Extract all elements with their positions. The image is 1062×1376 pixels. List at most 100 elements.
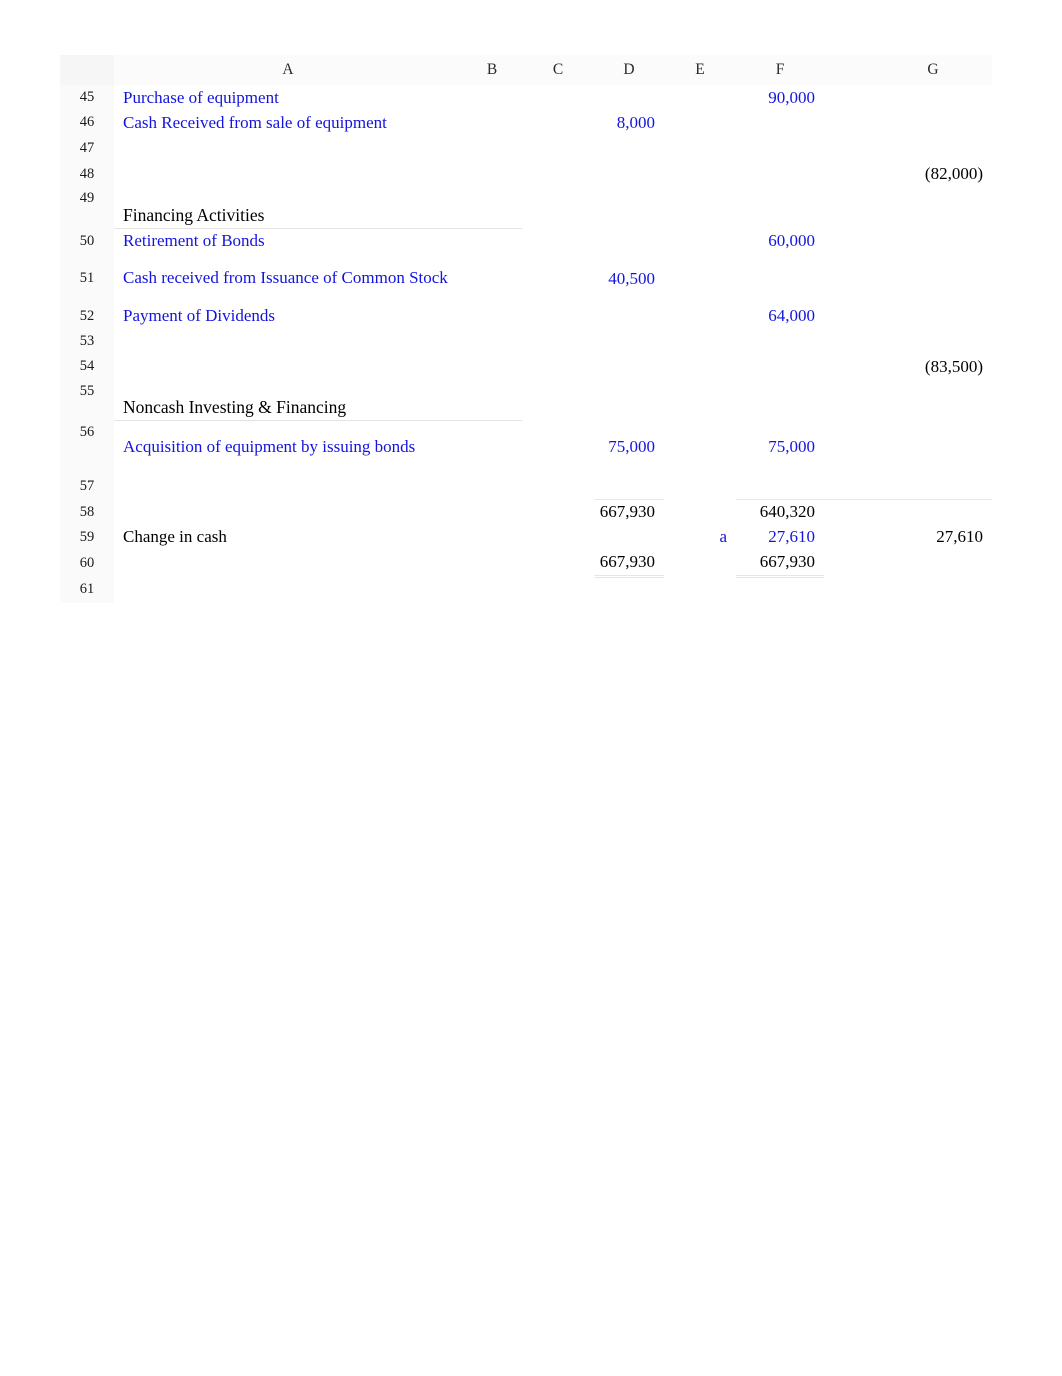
cell-e52[interactable] [664, 303, 736, 329]
cell-c54[interactable] [522, 353, 594, 380]
row-header-59[interactable]: 59 [60, 524, 114, 550]
row-header-50[interactable]: 50 [60, 228, 114, 254]
cell-g49[interactable] [874, 187, 992, 228]
cell-g48[interactable]: (82,000) [874, 161, 992, 187]
cell-d45[interactable] [594, 85, 664, 110]
cell-c45[interactable] [522, 85, 594, 110]
cell-c50[interactable] [522, 228, 594, 254]
cell-g54[interactable]: (83,500) [874, 353, 992, 380]
cell-g52[interactable] [874, 303, 992, 329]
cell-e55[interactable] [664, 379, 736, 421]
cell-c61[interactable] [522, 576, 594, 603]
table-row[interactable]: 60 667,930 667,930 [60, 549, 992, 578]
cell-f55[interactable] [736, 379, 824, 421]
cell-a57[interactable] [114, 473, 462, 499]
table-row[interactable]: 50 Retirement of Bonds 60,000 [60, 228, 992, 254]
cell-d55[interactable] [594, 379, 664, 421]
cell-d51[interactable]: 40,500 [594, 253, 664, 304]
row-header-60[interactable]: 60 [60, 549, 114, 576]
cell-d46[interactable]: 8,000 [594, 110, 664, 135]
cell-d50[interactable] [594, 228, 664, 254]
cell-e60[interactable] [664, 549, 736, 576]
cell-a55-section-heading[interactable]: Noncash Investing & Financing [114, 379, 462, 421]
cell-g61[interactable] [874, 576, 992, 603]
cell-c49[interactable] [522, 187, 594, 228]
cell-e56[interactable] [664, 420, 736, 474]
cell-b50[interactable] [462, 228, 522, 254]
cell-c46[interactable] [522, 110, 594, 135]
table-row[interactable]: 61 [60, 576, 992, 603]
cell-d53[interactable] [594, 328, 664, 354]
table-row[interactable]: 54 (83,500) [60, 353, 992, 380]
cell-g60[interactable] [874, 549, 992, 576]
cell-d61[interactable] [594, 576, 664, 603]
cell-a59[interactable]: Change in cash [114, 524, 462, 550]
cell-f61[interactable] [736, 576, 824, 603]
cell-d52[interactable] [594, 303, 664, 329]
cell-g53[interactable] [874, 328, 992, 354]
cell-c53[interactable] [522, 328, 594, 354]
cell-f51[interactable] [736, 253, 824, 304]
row-header-55[interactable]: 55 [60, 379, 114, 421]
table-row[interactable]: 55 Noncash Investing & Financing [60, 379, 992, 421]
cell-f59[interactable]: 27,610 [736, 524, 824, 550]
cell-b46[interactable] [462, 110, 522, 135]
cell-e49[interactable] [664, 187, 736, 228]
row-header-58[interactable]: 58 [60, 499, 114, 525]
cell-a45[interactable]: Purchase of equipment [114, 85, 462, 110]
table-row[interactable]: 57 [60, 473, 992, 500]
table-row[interactable]: 56 Acquisition of equipment by issuing b… [60, 420, 992, 474]
table-row[interactable]: 58 667,930 640,320 [60, 499, 992, 525]
cell-b45[interactable] [462, 85, 522, 110]
table-row[interactable]: 49 Financing Activities [60, 187, 992, 229]
cell-b54[interactable] [462, 353, 522, 380]
cell-a47[interactable] [114, 135, 462, 161]
cell-f50[interactable]: 60,000 [736, 228, 824, 254]
cell-b58[interactable] [462, 499, 522, 525]
cell-f48[interactable] [736, 161, 824, 187]
cell-e61[interactable] [664, 576, 736, 603]
cell-g45[interactable] [874, 85, 992, 110]
cell-e53[interactable] [664, 328, 736, 354]
cell-d54[interactable] [594, 353, 664, 380]
spreadsheet-viewport[interactable]: A B C D E F G 45 Purchase of equipment 9… [60, 55, 992, 660]
cell-b53[interactable] [462, 328, 522, 354]
row-header-56[interactable]: 56 [60, 420, 114, 474]
cell-a46[interactable]: Cash Received from sale of equipment [114, 110, 462, 135]
cell-g50[interactable] [874, 228, 992, 254]
cell-b49[interactable] [462, 187, 522, 229]
cell-g51[interactable] [874, 253, 992, 304]
row-header-54[interactable]: 54 [60, 353, 114, 380]
cell-c60[interactable] [522, 549, 594, 576]
cell-b61[interactable] [462, 576, 522, 603]
cell-b52[interactable] [462, 303, 522, 329]
cell-a60[interactable] [114, 549, 462, 576]
cell-b48[interactable] [462, 161, 522, 187]
cell-c58[interactable] [522, 499, 594, 525]
cell-d48[interactable] [594, 161, 664, 187]
cell-f53[interactable] [736, 328, 824, 354]
cell-g56[interactable] [874, 420, 992, 474]
row-header-46[interactable]: 46 [60, 110, 114, 135]
table-row[interactable]: 52 Payment of Dividends 64,000 [60, 303, 992, 329]
cell-f54[interactable] [736, 353, 824, 380]
cell-c59[interactable] [522, 524, 594, 550]
cell-e46[interactable] [664, 110, 736, 135]
cell-a52[interactable]: Payment of Dividends [114, 303, 462, 329]
cell-e54[interactable] [664, 353, 736, 380]
cell-a54[interactable] [114, 353, 462, 380]
cell-d47[interactable] [594, 135, 664, 161]
cell-b51[interactable] [462, 253, 522, 304]
cell-a48[interactable] [114, 161, 462, 187]
cell-d57[interactable] [594, 473, 664, 500]
cell-f49[interactable] [736, 187, 824, 228]
cell-d58[interactable]: 667,930 [594, 499, 664, 525]
cell-a61[interactable] [114, 576, 462, 603]
column-header-b[interactable]: B [462, 55, 522, 85]
cell-c47[interactable] [522, 135, 594, 161]
cell-e51[interactable] [664, 253, 736, 304]
cell-g47[interactable] [874, 135, 992, 161]
row-header-47[interactable]: 47 [60, 135, 114, 161]
cell-c48[interactable] [522, 161, 594, 187]
row-header-51[interactable]: 51 [60, 253, 114, 304]
